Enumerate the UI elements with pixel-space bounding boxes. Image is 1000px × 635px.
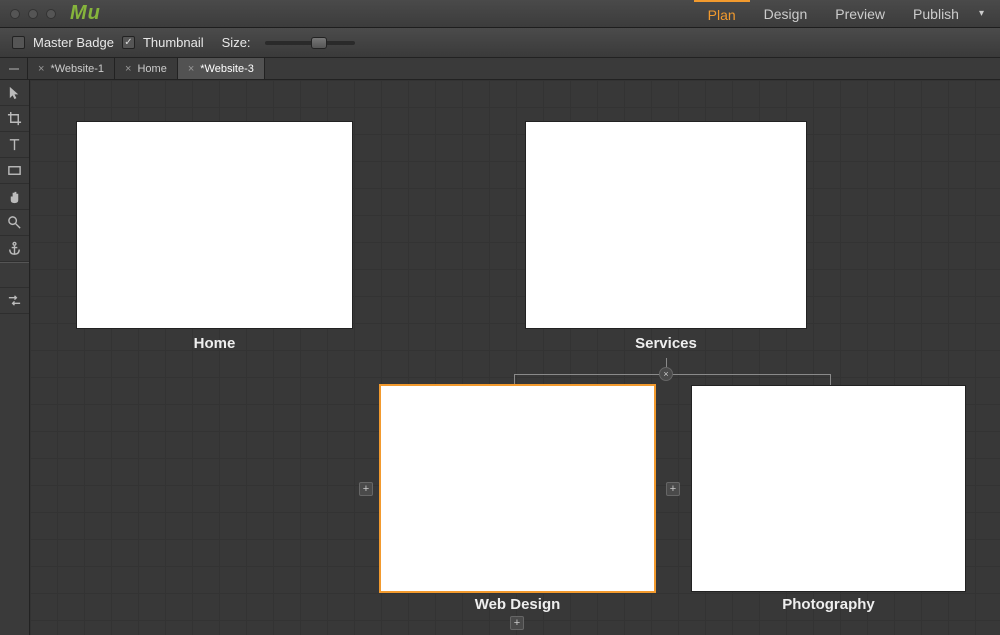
size-label: Size: — [222, 35, 251, 50]
thumbnail-checkbox[interactable] — [122, 36, 135, 49]
page-label-photography[interactable]: Photography — [692, 596, 965, 613]
tab-close-icon[interactable]: × — [38, 63, 44, 75]
mode-plan[interactable]: Plan — [694, 0, 750, 27]
toolbox — [0, 80, 30, 635]
page-label-home[interactable]: Home — [77, 335, 352, 352]
document-tabs: × *Website-1 × Home × *Website-3 — [0, 58, 1000, 80]
tab-home[interactable]: × Home — [115, 58, 178, 79]
page-thumb-webdesign[interactable] — [381, 386, 654, 591]
tab-website-1[interactable]: × *Website-1 — [28, 58, 115, 79]
page-thumb-services[interactable] — [526, 122, 806, 328]
add-sibling-right-button[interactable]: + — [666, 482, 680, 496]
page-label-services[interactable]: Services — [526, 335, 806, 352]
tab-label: *Website-3 — [200, 63, 254, 75]
traffic-close-icon[interactable] — [10, 9, 20, 19]
thumbnail-label: Thumbnail — [143, 35, 204, 50]
tool-rectangle[interactable] — [0, 158, 29, 184]
mode-preview[interactable]: Preview — [821, 0, 899, 27]
traffic-max-icon[interactable] — [46, 9, 56, 19]
tab-website-3[interactable]: × *Website-3 — [178, 58, 265, 79]
master-badge-checkbox[interactable] — [12, 36, 25, 49]
options-bar: Master Badge Thumbnail Size: — [0, 28, 1000, 58]
tab-close-icon[interactable]: × — [188, 63, 194, 75]
size-slider[interactable] — [265, 41, 355, 45]
plan-canvas[interactable]: Home Services × Web Design + + + Photogr… — [30, 80, 1000, 635]
master-badge-label: Master Badge — [33, 35, 114, 50]
add-sibling-left-button[interactable]: + — [359, 482, 373, 496]
tool-swap[interactable] — [0, 288, 29, 314]
connector-line — [830, 374, 831, 386]
mode-publish[interactable]: Publish — [899, 0, 973, 27]
page-label-webdesign[interactable]: Web Design — [381, 596, 654, 613]
tool-crop[interactable] — [0, 106, 29, 132]
title-bar: Mu Plan Design Preview Publish ▾ — [0, 0, 1000, 28]
dock-grip-icon[interactable] — [0, 58, 28, 79]
tab-close-icon[interactable]: × — [125, 63, 131, 75]
mode-menu: Plan Design Preview Publish ▾ — [694, 0, 990, 27]
tool-divider — [0, 262, 29, 288]
add-child-button[interactable]: + — [510, 616, 524, 630]
window-controls — [10, 9, 56, 19]
page-thumb-home[interactable] — [77, 122, 352, 328]
tool-zoom[interactable] — [0, 210, 29, 236]
tool-anchor[interactable] — [0, 236, 29, 262]
connector-line — [514, 374, 515, 386]
tab-label: *Website-1 — [50, 63, 104, 75]
mode-design[interactable]: Design — [750, 0, 822, 27]
collapse-children-button[interactable]: × — [659, 367, 673, 381]
tool-selection[interactable] — [0, 80, 29, 106]
traffic-min-icon[interactable] — [28, 9, 38, 19]
page-thumb-photography[interactable] — [692, 386, 965, 591]
size-slider-thumb[interactable] — [311, 37, 327, 49]
publish-dropdown-icon[interactable]: ▾ — [973, 0, 990, 27]
tool-text[interactable] — [0, 132, 29, 158]
tab-label: Home — [137, 63, 166, 75]
app-logo: Mu — [70, 2, 101, 25]
tool-hand[interactable] — [0, 184, 29, 210]
